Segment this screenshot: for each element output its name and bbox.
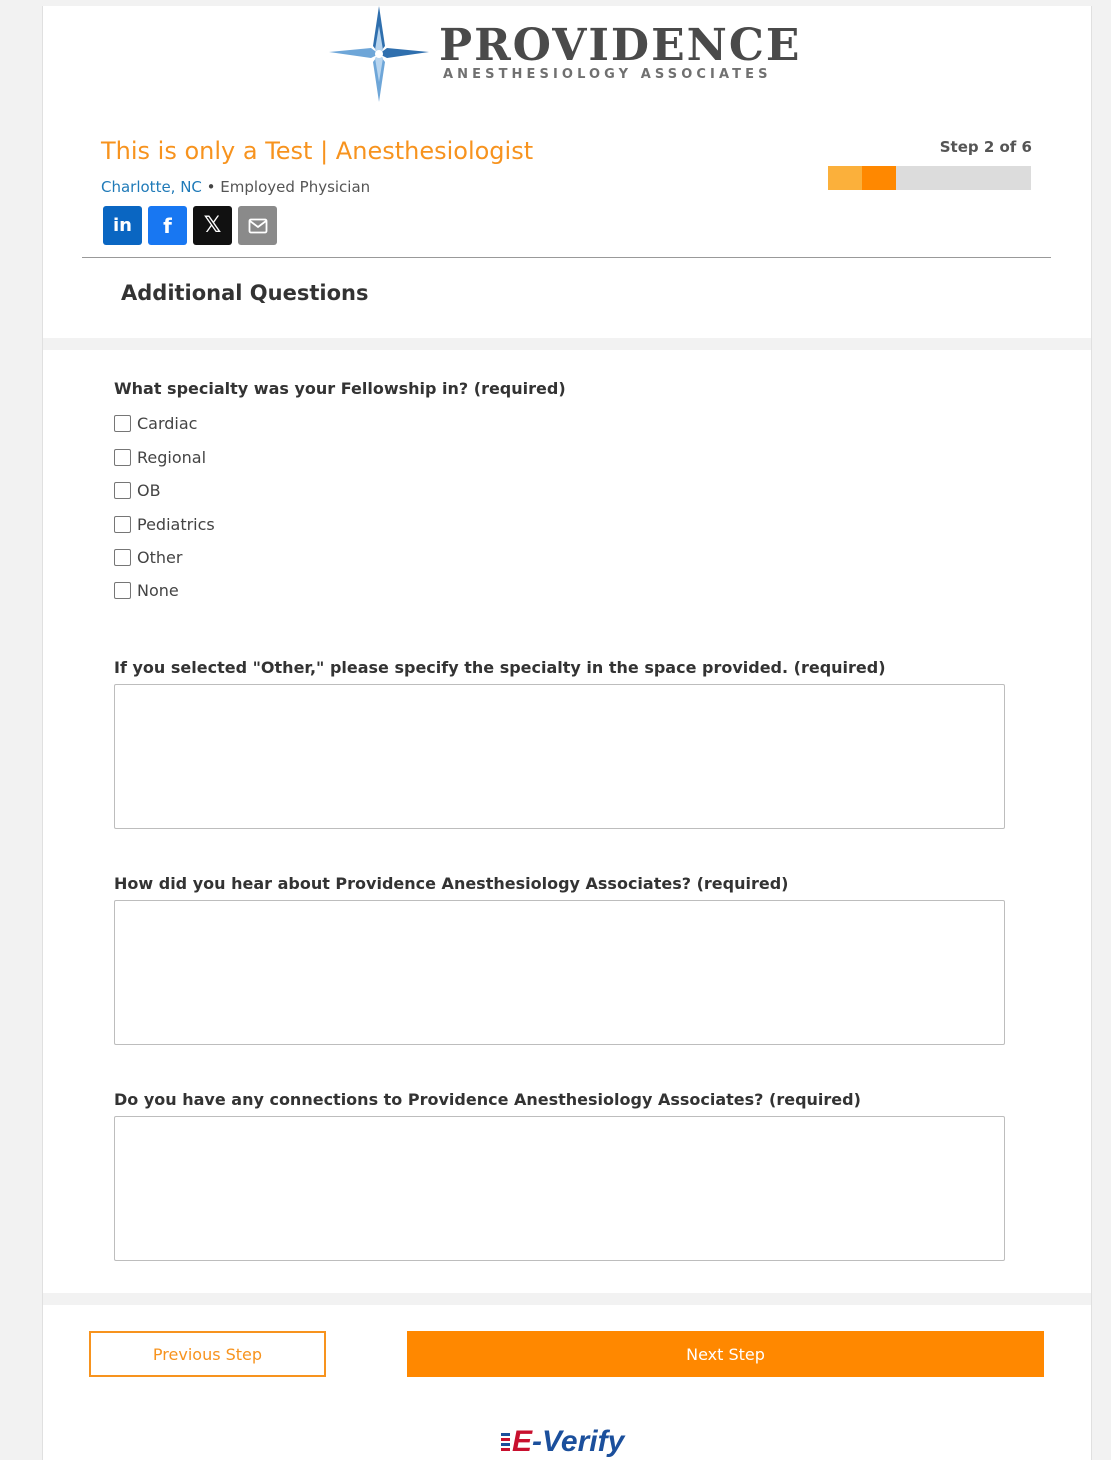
logo-name: PROVIDENCE: [439, 20, 802, 71]
other-specialty-label: If you selected "Other," please specify …: [114, 658, 886, 677]
providence-logo: PROVIDENCE ANESTHESIOLOGY ASSOCIATES: [329, 6, 809, 102]
connections-label: Do you have any connections to Providenc…: [114, 1090, 861, 1109]
everify-verify: -Verify: [532, 1425, 625, 1458]
job-location: Charlotte, NC: [101, 178, 202, 196]
option-regional[interactable]: Regional: [114, 448, 206, 467]
other-specialty-textarea[interactable]: [114, 684, 1005, 829]
x-share-button[interactable]: 𝕏: [193, 206, 232, 245]
logo-subtitle: ANESTHESIOLOGY ASSOCIATES: [443, 67, 772, 82]
option-cardiac[interactable]: Cardiac: [114, 414, 197, 433]
hear-about-label: How did you hear about Providence Anesth…: [114, 874, 789, 893]
option-label: Other: [137, 548, 183, 567]
option-other[interactable]: Other: [114, 548, 182, 567]
option-none[interactable]: None: [114, 581, 179, 600]
job-meta: Charlotte, NC • Employed Physician: [101, 178, 370, 196]
fellowship-question-label: What specialty was your Fellowship in? (…: [114, 379, 566, 398]
option-label: Regional: [137, 448, 207, 467]
star-logo-icon: [329, 6, 429, 102]
option-label: OB: [137, 481, 161, 500]
previous-step-button[interactable]: Previous Step: [89, 1331, 326, 1377]
option-label: Cardiac: [137, 414, 198, 433]
meta-separator: •: [201, 178, 221, 196]
application-page: PROVIDENCE ANESTHESIOLOGY ASSOCIATES Thi…: [42, 6, 1092, 1460]
linkedin-icon: in: [113, 215, 132, 236]
checkbox[interactable]: [114, 516, 131, 533]
option-pediatrics[interactable]: Pediatrics: [114, 515, 215, 534]
progress-fill: [828, 166, 896, 190]
header-divider: [82, 257, 1051, 258]
section-title: Additional Questions: [121, 281, 369, 305]
section-band-bottom: [43, 1293, 1091, 1305]
option-ob[interactable]: OB: [114, 481, 161, 500]
hear-about-textarea[interactable]: [114, 900, 1005, 1045]
facebook-icon: f: [163, 213, 172, 238]
linkedin-share-button[interactable]: in: [103, 206, 142, 245]
option-label: Pediatrics: [137, 515, 215, 534]
email-icon: [248, 218, 267, 233]
next-step-button[interactable]: Next Step: [407, 1331, 1044, 1377]
checkbox[interactable]: [114, 415, 131, 432]
checkbox[interactable]: [114, 482, 131, 499]
progress-bar: [828, 166, 1031, 190]
facebook-share-button[interactable]: f: [148, 206, 187, 245]
flag-icon: [501, 1433, 510, 1451]
everify-logo: E-Verify: [501, 1425, 624, 1459]
job-title: This is only a Test | Anesthesiologist: [101, 137, 534, 165]
connections-textarea[interactable]: [114, 1116, 1005, 1261]
progress-segment: [828, 166, 862, 190]
everify-e: E: [512, 1425, 533, 1458]
checkbox[interactable]: [114, 582, 131, 599]
everify-text: E-Verify: [512, 1425, 624, 1459]
social-share: in f 𝕏: [103, 206, 277, 245]
checkbox[interactable]: [114, 449, 131, 466]
checkbox[interactable]: [114, 549, 131, 566]
progress-segment: [861, 166, 896, 190]
employment-type: Employed Physician: [220, 178, 371, 196]
step-indicator: Step 2 of 6: [939, 138, 1032, 156]
email-share-button[interactable]: [238, 206, 277, 245]
section-band-top: [43, 338, 1091, 350]
x-icon: 𝕏: [203, 213, 222, 238]
option-label: None: [137, 581, 179, 600]
